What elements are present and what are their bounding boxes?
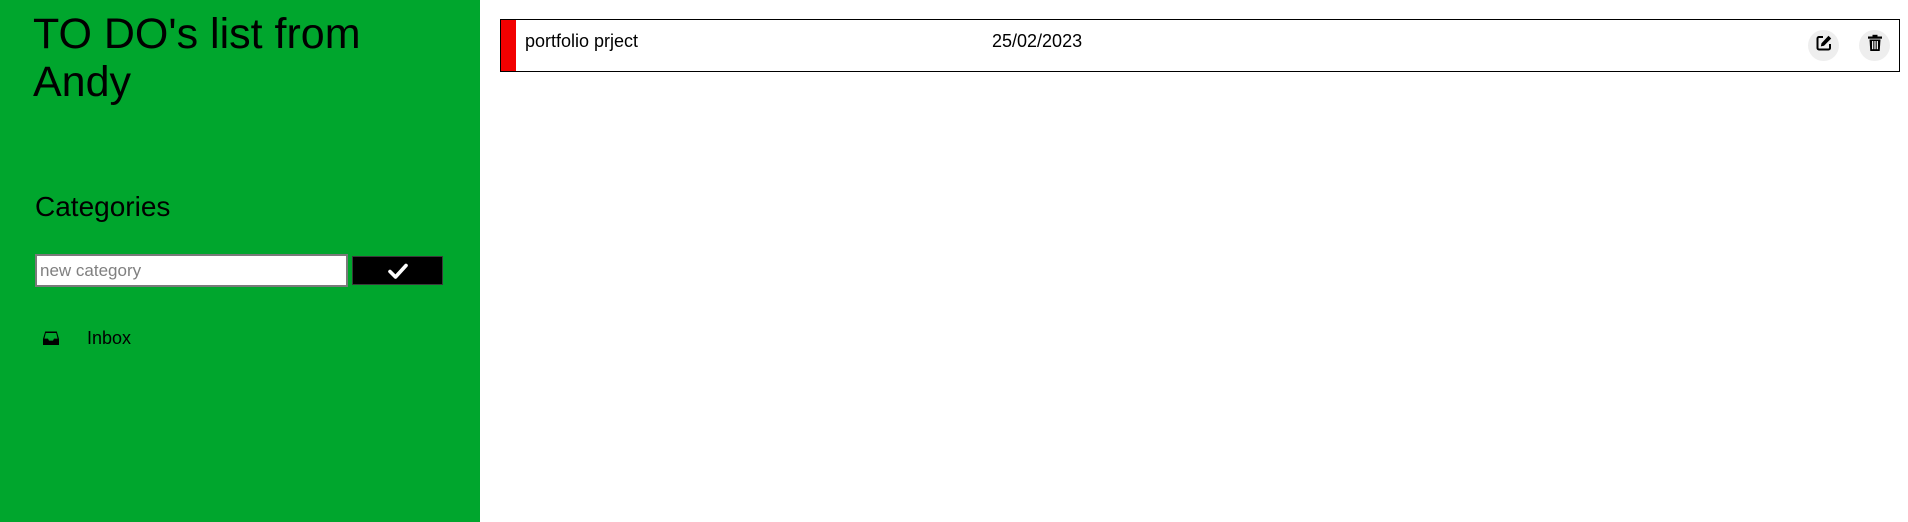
app-title: TO DO's list from Andy [33,10,361,106]
todo-title: portfolio prject [525,31,639,51]
delete-button[interactable] [1859,30,1890,61]
todo-date: 25/02/2023 [992,31,1083,51]
edit-button[interactable] [1808,30,1839,61]
add-category-button[interactable] [352,256,443,285]
category-item-inbox[interactable]: Inbox [40,324,131,352]
sidebar: TO DO's list from Andy Categories Inbox [0,0,480,522]
todo-list: portfolio prject 25/02/2023 [500,19,1900,72]
trash-icon [1867,34,1883,57]
categories-heading: Categories [35,191,171,222]
app: TO DO's list from Andy Categories Inbox [0,0,1908,522]
todo-panel: portfolio prject 25/02/2023 [480,0,1908,522]
new-category-form [35,254,443,287]
checkmark-icon [387,263,408,279]
inbox-icon [40,327,62,349]
new-category-input[interactable] [35,254,348,287]
priority-indicator [501,20,516,71]
edit-icon [1815,34,1833,57]
category-label: Inbox [87,328,132,348]
todo-item[interactable]: portfolio prject 25/02/2023 [500,19,1900,72]
